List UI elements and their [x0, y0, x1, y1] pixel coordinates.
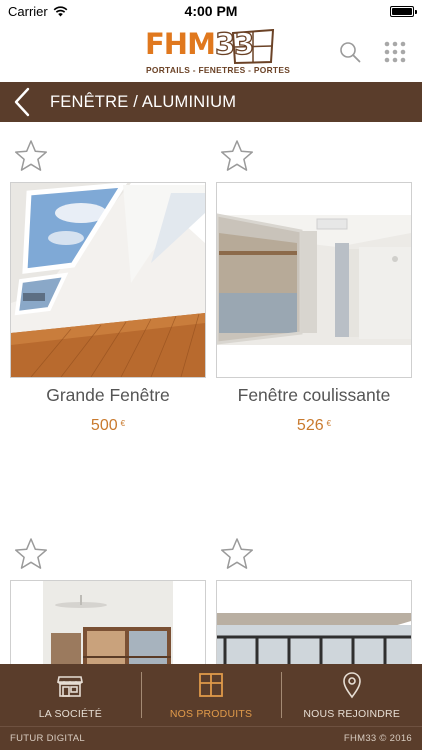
category-title-bar: FENÊTRE / ALUMINIUM	[0, 82, 422, 122]
product-card[interactable]	[216, 520, 412, 664]
window-icon	[199, 673, 223, 697]
product-card[interactable]	[10, 520, 206, 664]
favorite-star-icon[interactable]	[220, 537, 254, 571]
logo-33: 33	[214, 26, 255, 61]
back-button[interactable]	[0, 82, 44, 122]
page-title: FENÊTRE / ALUMINIUM	[50, 92, 237, 111]
product-card[interactable]: Fenêtre coulissante 526 €	[216, 122, 412, 452]
tab-nos-produits[interactable]: NOS PRODUITS	[140, 664, 282, 726]
favorite-star-icon[interactable]	[14, 537, 48, 571]
product-image[interactable]	[216, 182, 412, 378]
product-grid: Grande Fenêtre 500 € Fenêtre coulissante…	[0, 122, 422, 664]
tab-la-societe[interactable]: LA SOCIÉTÉ	[0, 664, 141, 726]
status-bar: Carrier 4:00 PM	[0, 0, 422, 22]
price-value: 526	[296, 417, 324, 434]
logo-fhm: FHM	[145, 27, 216, 61]
brand-logo[interactable]: FHM33 PORTAILS - FENETRES - PORTES	[145, 26, 290, 79]
product-name: Grande Fenêtre	[46, 385, 170, 405]
tab-label: NOUS REJOINDRE	[303, 708, 401, 720]
sliding-window-photo	[217, 183, 411, 377]
product-image[interactable]	[10, 182, 206, 378]
carrier-label: Carrier	[8, 3, 48, 19]
favorite-star-icon[interactable]	[14, 139, 48, 173]
currency-symbol: €	[120, 419, 126, 428]
currency-symbol: €	[326, 419, 332, 428]
bottom-tab-bar: LA SOCIÉTÉ NOS PRODUITS NOUS REJOINDRE	[0, 664, 422, 726]
price-value: 500	[90, 417, 118, 434]
footer-copyright: FHM33 © 2016	[343, 733, 412, 744]
tab-label: LA SOCIÉTÉ	[38, 708, 102, 720]
glass-wall-photo	[217, 581, 411, 664]
footer-credit[interactable]: FUTUR DIGITAL	[10, 733, 85, 744]
favorite-star-icon[interactable]	[220, 139, 254, 173]
tab-label: NOS PRODUITS	[169, 708, 253, 720]
search-button[interactable]	[337, 39, 363, 65]
chevron-left-icon	[14, 87, 30, 117]
product-price: 500 €	[10, 417, 206, 435]
battery-icon	[390, 5, 417, 17]
carrier-info: Carrier	[8, 4, 68, 19]
shop-icon	[57, 676, 84, 697]
product-name: Fenêtre coulissante	[237, 385, 391, 405]
attic-skylight-photo	[11, 183, 205, 377]
product-price: 526 €	[216, 417, 412, 435]
app-header: FHM33 PORTAILS - FENETRES - PORTES	[0, 22, 422, 82]
room-window-photo	[11, 581, 205, 664]
grid-icon	[384, 41, 406, 63]
product-image[interactable]	[10, 580, 206, 664]
search-icon	[340, 42, 361, 63]
menu-grid-button[interactable]	[382, 39, 408, 65]
product-card[interactable]: Grande Fenêtre 500 €	[10, 122, 206, 452]
tab-nous-rejoindre[interactable]: NOUS REJOINDRE	[281, 664, 422, 726]
product-image[interactable]	[216, 580, 412, 664]
logo-tagline: PORTAILS - FENETRES - PORTES	[146, 65, 291, 75]
footer: FUTUR DIGITAL FHM33 © 2016	[0, 726, 422, 750]
wifi-icon	[53, 5, 68, 16]
logo-wordmark: FHM33	[145, 26, 255, 61]
location-pin-icon	[342, 672, 361, 699]
